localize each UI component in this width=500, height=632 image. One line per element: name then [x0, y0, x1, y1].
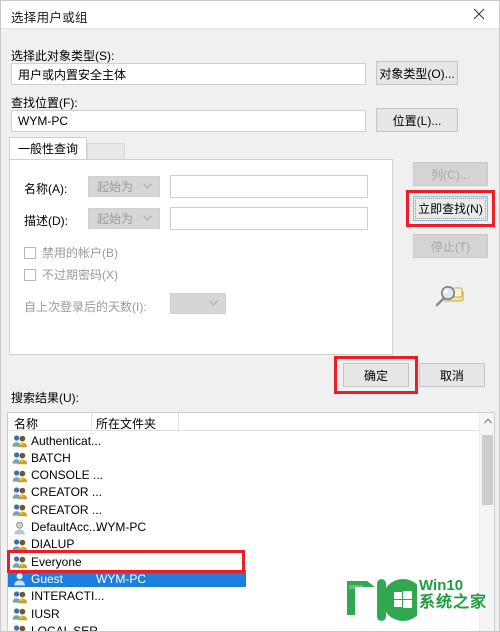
scroll-up-icon[interactable]	[480, 413, 494, 429]
columns-button[interactable]: 列(C)...	[413, 162, 488, 186]
days-since-login-label: 自上次登录后的天数(I):	[24, 300, 147, 314]
row-name: INTERACTI...	[31, 589, 105, 604]
close-button[interactable]	[457, 1, 499, 29]
name-condition-select[interactable]: 起始为	[88, 176, 160, 197]
days-since-login-select[interactable]	[170, 293, 226, 314]
tab-strip-filler	[87, 143, 125, 159]
table-row[interactable]: CONSOLE ...	[8, 467, 494, 484]
row-name: Authenticat...	[31, 433, 102, 448]
row-name: CREATOR ...	[31, 485, 102, 500]
row-name: Guest	[31, 571, 64, 586]
nonexpiring-password-label: 不过期密码(X)	[42, 268, 118, 282]
watermark: Win10 系统之家	[341, 573, 497, 629]
group-icon	[12, 434, 28, 448]
group-icon	[12, 451, 28, 465]
table-row[interactable]: BATCH	[8, 449, 494, 466]
column-header-folder[interactable]: 所在文件夹	[96, 415, 156, 432]
table-row[interactable]: DIALUP	[8, 536, 494, 553]
close-icon	[473, 8, 485, 23]
search-results-label: 搜索结果(U):	[11, 391, 79, 405]
row-name: BATCH	[31, 450, 71, 465]
window-title: 选择用户或组	[11, 11, 88, 25]
watermark-logo-icon	[347, 579, 424, 621]
row-name: DefaultAcc...	[31, 520, 100, 534]
find-now-button[interactable]: 立即查找(N)	[413, 196, 488, 221]
table-row[interactable]: Guest WYM-PC	[8, 570, 246, 588]
chevron-down-icon	[143, 214, 152, 224]
row-name: CREATOR ...	[31, 502, 102, 517]
column-header-name[interactable]: 名称	[14, 415, 38, 432]
checkbox-box	[24, 246, 36, 259]
group-icon	[12, 503, 28, 517]
title-bar: 选择用户或组	[1, 1, 499, 29]
name-condition-value: 起始为	[97, 180, 134, 194]
tab-general-query[interactable]: 一般性查询	[9, 137, 87, 159]
select-users-or-groups-dialog: 选择用户或组 选择此对象类型(S): 用户或内置安全主体 对象类型(O)... …	[0, 0, 500, 632]
query-panel: 名称(A): 起始为 描述(D): 起始为 禁用的帐户(B) 不过期密码(X) …	[9, 159, 393, 355]
list-header: 名称 所在文件夹	[8, 413, 494, 431]
row-folder: WYM-PC	[96, 520, 146, 534]
description-input[interactable]	[170, 207, 368, 230]
row-name: IUSR	[31, 606, 60, 621]
row-name: Everyone	[31, 554, 82, 569]
name-label: 名称(A):	[24, 182, 68, 196]
row-name: CONSOLE ...	[31, 468, 104, 483]
description-condition-select[interactable]: 起始为	[88, 208, 160, 229]
object-types-button[interactable]: 对象类型(O)...	[376, 61, 458, 85]
tab-strip: 一般性查询	[9, 137, 125, 159]
description-condition-value: 起始为	[97, 212, 134, 226]
cancel-button[interactable]: 取消	[419, 363, 485, 387]
group-icon	[12, 590, 28, 604]
object-type-label: 选择此对象类型(S):	[11, 49, 115, 63]
disabled-accounts-label: 禁用的帐户(B)	[42, 246, 118, 260]
object-type-input[interactable]: 用户或内置安全主体	[11, 63, 366, 85]
user-icon	[12, 521, 28, 535]
location-input[interactable]: WYM-PC	[11, 110, 366, 132]
magnifier-key-icon	[432, 281, 466, 311]
table-row[interactable]: Everyone	[8, 553, 494, 570]
chevron-down-icon	[143, 182, 152, 192]
ok-button[interactable]: 确定	[343, 363, 409, 387]
watermark-text: Win10 系统之家	[419, 577, 487, 613]
location-label: 查找位置(F):	[11, 96, 78, 110]
table-row[interactable]: CREATOR ...	[8, 484, 494, 501]
stop-button[interactable]: 停止(T)	[413, 234, 488, 258]
row-name: LOCAL SER...	[31, 623, 108, 632]
chevron-down-icon	[209, 299, 218, 309]
group-icon	[12, 624, 28, 631]
group-icon	[12, 469, 28, 483]
name-input[interactable]	[170, 175, 368, 198]
row-folder: WYM-PC	[96, 571, 146, 586]
checkbox-box	[24, 268, 36, 281]
table-row[interactable]: Authenticat...	[8, 432, 494, 449]
group-icon	[12, 607, 28, 621]
table-row[interactable]: DefaultAcc... WYM-PC	[8, 519, 494, 536]
row-name: DIALUP	[31, 537, 75, 552]
nonexpiring-password-checkbox[interactable]: 不过期密码(X)	[24, 266, 118, 283]
description-label: 描述(D):	[24, 214, 68, 228]
location-button[interactable]: 位置(L)...	[376, 108, 458, 132]
disabled-accounts-checkbox[interactable]: 禁用的帐户(B)	[24, 244, 118, 261]
scrollbar-thumb[interactable]	[482, 435, 493, 505]
group-icon	[12, 538, 28, 552]
column-divider[interactable]	[91, 413, 92, 431]
column-divider[interactable]	[178, 413, 179, 431]
group-icon	[12, 486, 28, 500]
user-icon	[12, 572, 28, 586]
watermark-line1: Win10	[419, 577, 464, 594]
watermark-line2: 系统之家	[419, 594, 488, 612]
group-icon	[12, 555, 28, 569]
table-row[interactable]: CREATOR ...	[8, 501, 494, 518]
